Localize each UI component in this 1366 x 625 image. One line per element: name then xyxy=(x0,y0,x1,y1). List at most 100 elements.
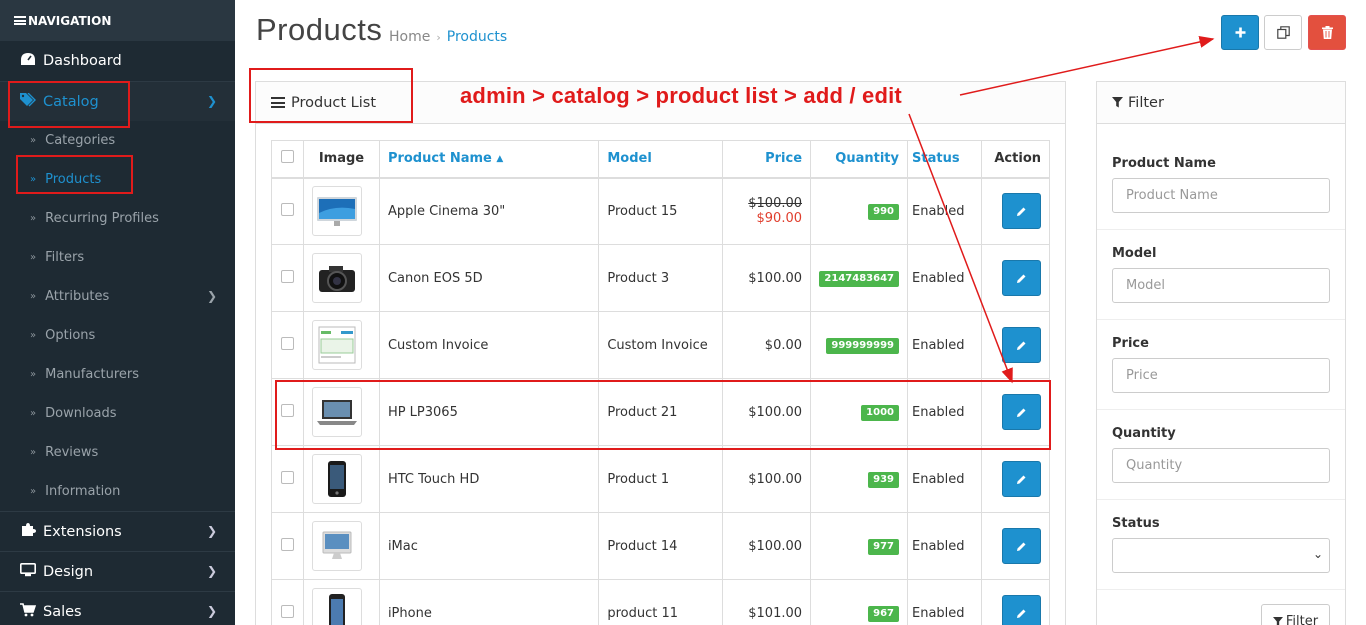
funnel-icon xyxy=(1272,617,1283,625)
row-checkbox[interactable] xyxy=(280,202,294,216)
row-select-cell xyxy=(271,177,304,245)
menu-catalog[interactable]: Catalog ❯ xyxy=(0,81,235,121)
row-checkbox[interactable] xyxy=(280,470,294,484)
sidebar-item-filters[interactable]: » Filters xyxy=(0,238,235,277)
filter-product-name-input[interactable] xyxy=(1112,178,1330,213)
sidebar-item-information[interactable]: » Information xyxy=(0,472,235,511)
column-product-name[interactable]: Product Name ▲ xyxy=(378,140,600,179)
menu-extensions[interactable]: Extensions ❯ xyxy=(0,511,235,551)
edit-button[interactable] xyxy=(1002,193,1041,230)
image-cell xyxy=(302,512,380,580)
model: Product 1 xyxy=(598,445,724,513)
product-thumbnail xyxy=(311,387,362,437)
menu-dashboard-label: Dashboard xyxy=(43,53,122,69)
menu-design-label: Design xyxy=(43,563,94,580)
double-chevron-icon: » xyxy=(30,486,37,497)
sidebar-item-recurring-profiles[interactable]: » Recurring Profiles xyxy=(0,199,235,238)
row-select-cell xyxy=(271,579,304,625)
row-checkbox[interactable] xyxy=(280,403,294,417)
row-checkbox[interactable] xyxy=(280,537,294,551)
sidebar-item-label: Products xyxy=(45,172,102,187)
column-price[interactable]: Price xyxy=(722,140,812,179)
image-cell xyxy=(302,244,380,312)
quantity-badge: 999999999 xyxy=(826,337,899,354)
filter-model-input[interactable] xyxy=(1112,268,1330,303)
double-chevron-icon: » xyxy=(30,369,37,380)
edit-button[interactable] xyxy=(1002,260,1041,296)
column-quantity[interactable]: Quantity xyxy=(810,140,908,179)
quantity-badge: 939 xyxy=(868,471,899,488)
special-price: $90.00 xyxy=(756,211,803,227)
image-cell xyxy=(302,311,380,379)
menu-design[interactable]: Design ❯ xyxy=(0,551,235,591)
sidebar-item-attributes[interactable]: » Attributes ❯ xyxy=(0,277,235,316)
sidebar-item-downloads[interactable]: » Downloads xyxy=(0,394,235,433)
delete-button[interactable] xyxy=(1308,15,1346,50)
pencil-icon xyxy=(1017,408,1026,417)
row-checkbox[interactable] xyxy=(280,336,294,350)
sidebar-item-label: Filters xyxy=(45,250,85,265)
annotation-text: admin > catalog > product list > add / e… xyxy=(460,83,902,108)
image-cell xyxy=(302,378,380,446)
double-chevron-icon: » xyxy=(30,213,37,224)
sidebar-item-label: Manufacturers xyxy=(45,367,139,382)
chevron-right-icon: ❯ xyxy=(206,564,217,578)
sidebar-item-options[interactable]: » Options xyxy=(0,316,235,355)
edit-button[interactable] xyxy=(1002,528,1041,564)
edit-button[interactable] xyxy=(1002,394,1041,430)
sidebar-item-products[interactable]: » Products xyxy=(0,160,235,199)
breadcrumb-home[interactable]: Home xyxy=(389,29,430,45)
sidebar-item-label: Reviews xyxy=(45,445,99,460)
menu-sales[interactable]: Sales ❯ xyxy=(0,591,235,625)
filter-button[interactable]: Filter xyxy=(1261,604,1330,625)
sidebar-item-manufacturers[interactable]: » Manufacturers xyxy=(0,355,235,394)
nav-header[interactable]: NAVIGATION xyxy=(0,0,235,41)
trash-icon xyxy=(1321,26,1333,39)
model: Product 14 xyxy=(598,512,724,580)
column-status[interactable]: Status xyxy=(907,140,982,179)
divider xyxy=(1097,409,1345,410)
edit-button[interactable] xyxy=(1002,327,1041,363)
chevron-right-icon: ❯ xyxy=(206,94,217,108)
original-price: $100.00 xyxy=(748,196,803,212)
price: $100.00 xyxy=(748,538,803,554)
model: Product 15 xyxy=(598,177,724,245)
desktop-icon xyxy=(20,562,36,581)
table-row: iMac Product 14 $100.00 977 Enabled xyxy=(271,512,1051,580)
page-title: Products xyxy=(256,12,383,47)
edit-button[interactable] xyxy=(1002,595,1041,625)
select-all-checkbox[interactable] xyxy=(280,150,294,164)
model: Custom Invoice xyxy=(598,311,724,379)
row-checkbox[interactable] xyxy=(280,269,294,283)
filter-quantity-input[interactable] xyxy=(1112,448,1330,483)
sidebar-item-label: Options xyxy=(45,328,96,343)
copy-button[interactable] xyxy=(1264,15,1302,50)
nav-title: NAVIGATION xyxy=(28,13,112,28)
breadcrumb-products[interactable]: Products xyxy=(447,29,507,45)
action-cell xyxy=(980,445,1051,513)
row-select-cell xyxy=(271,311,304,379)
column-model[interactable]: Model xyxy=(598,140,724,179)
row-select-cell xyxy=(271,378,304,446)
copy-icon xyxy=(1276,26,1290,39)
menu-sales-label: Sales xyxy=(43,603,82,620)
row-select-cell xyxy=(271,512,304,580)
filter-price-input[interactable] xyxy=(1112,358,1330,393)
table-row: HTC Touch HD Product 1 $100.00 939 Enabled xyxy=(271,445,1051,513)
table-row: Canon EOS 5D Product 3 $100.00 2147483647 En… xyxy=(271,244,1051,312)
table-row: Custom Invoice Custom Invoice $0.00 9999999… xyxy=(271,311,1051,379)
double-chevron-icon: » xyxy=(30,330,37,341)
menu-dashboard[interactable]: Dashboard xyxy=(0,41,235,81)
select-all-header xyxy=(271,140,304,179)
sidebar-item-categories[interactable]: » Categories xyxy=(0,121,235,160)
pencil-icon xyxy=(1017,207,1026,216)
product-table: Image Product Name ▲ Model Price Quantit… xyxy=(271,140,1051,625)
quantity-cell: 999999999 xyxy=(810,311,908,379)
sidebar-item-reviews[interactable]: » Reviews xyxy=(0,433,235,472)
add-new-button[interactable] xyxy=(1221,15,1259,50)
filter-status-select[interactable]: ⌄ xyxy=(1112,538,1330,573)
tags-icon xyxy=(20,92,36,111)
menu-catalog-label: Catalog xyxy=(43,93,99,110)
row-checkbox[interactable] xyxy=(280,604,294,618)
edit-button[interactable] xyxy=(1002,461,1041,497)
